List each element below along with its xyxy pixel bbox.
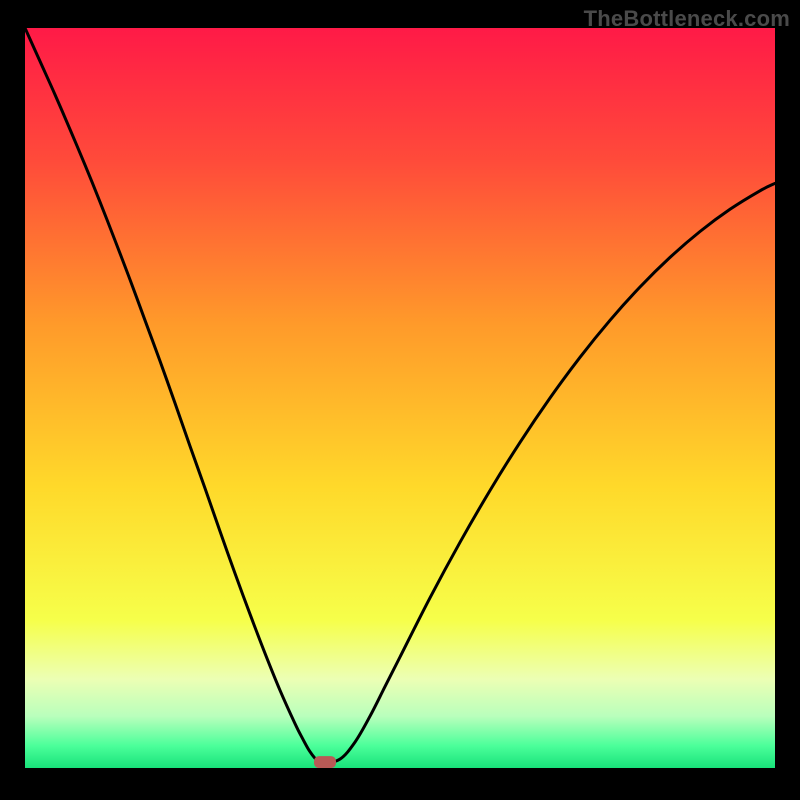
chart-frame: TheBottleneck.com [0,0,800,800]
chart-plot-area [25,28,775,768]
optimal-point-marker [314,756,336,768]
